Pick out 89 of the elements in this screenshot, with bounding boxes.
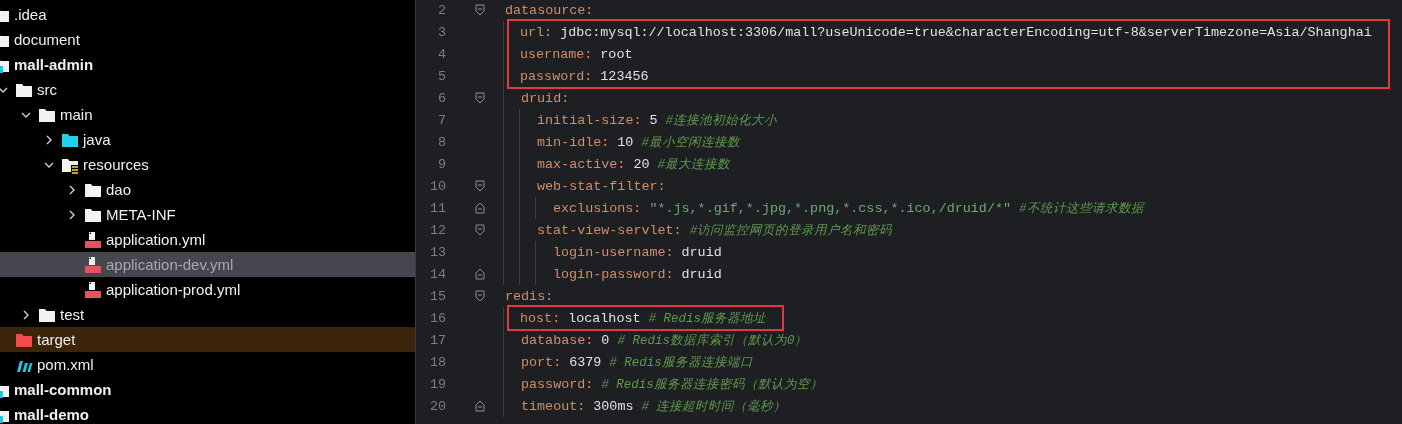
line-number: 12 <box>428 222 446 238</box>
yaml-key: initial-size: <box>537 112 642 128</box>
yaml-key: password: <box>521 376 594 392</box>
code-comment: # Redis数据库索引（默认为0） <box>617 332 808 349</box>
yaml-value: 123456 <box>600 68 649 84</box>
tree-item[interactable]: application-dev.yml <box>0 252 415 277</box>
yaml-value: druid <box>681 244 722 260</box>
tree-item[interactable]: mall-common <box>0 377 415 402</box>
yaml-value: jdbc:mysql://localhost:3306/mall?useUnicode=true&characterEncoding=utf-8&serverTimezone=Asia/Shanghai <box>560 24 1372 40</box>
fold-icon[interactable] <box>474 4 485 16</box>
code-comment: #最小空闲连接数 <box>641 134 740 151</box>
tree-item[interactable]: src <box>0 77 415 102</box>
line-number: 15 <box>428 288 446 304</box>
fold-end-icon[interactable] <box>474 400 485 412</box>
fold-icon[interactable] <box>474 224 485 236</box>
line-number: 5 <box>436 68 446 84</box>
tree-item[interactable]: .idea <box>0 2 415 27</box>
yaml-key: password: <box>520 68 593 84</box>
line-number: 20 <box>428 398 446 414</box>
yaml-key: exclusions: <box>553 200 642 216</box>
yaml-file-icon <box>84 280 102 299</box>
line-number: 2 <box>436 2 446 18</box>
yaml-key: url: <box>520 24 553 40</box>
yaml-key: max-active: <box>537 156 626 172</box>
code-comment: #不统计这些请求数据 <box>1019 200 1144 217</box>
yaml-key: min-idle: <box>537 134 610 150</box>
yaml-value: 0 <box>601 332 610 348</box>
fold-icon[interactable] <box>474 180 485 192</box>
fold-icon[interactable] <box>474 92 485 104</box>
line-number: 8 <box>436 134 446 150</box>
tree-item[interactable]: mall-demo <box>0 402 415 424</box>
tree-item[interactable]: pom.xml <box>0 352 415 377</box>
yaml-file-icon <box>84 255 102 274</box>
tree-item[interactable]: java <box>0 127 415 152</box>
yaml-value: 6379 <box>569 354 602 370</box>
tree-item[interactable]: application.yml <box>0 227 415 252</box>
code-comment: # Redis服务器连接端口 <box>609 354 753 371</box>
yaml-value: root <box>600 46 633 62</box>
line-number: 4 <box>436 46 446 62</box>
yaml-key: timeout: <box>521 398 586 414</box>
tree-item[interactable]: mall-admin <box>0 52 415 77</box>
yaml-key: host: <box>520 310 561 326</box>
tree-item[interactable]: test <box>0 302 415 327</box>
fold-icon[interactable] <box>474 290 485 302</box>
yaml-key: stat-view-servlet: <box>537 222 682 238</box>
yaml-value: druid <box>681 266 722 282</box>
fold-end-icon[interactable] <box>474 268 485 280</box>
line-number: 3 <box>436 24 446 40</box>
tree-item[interactable]: dao <box>0 177 415 202</box>
yaml-value: localhost <box>568 310 641 326</box>
yaml-key: login-username: <box>553 244 674 260</box>
fold-end-icon[interactable] <box>474 202 485 214</box>
code-comment: # Redis服务器地址 <box>648 310 767 327</box>
line-number: 9 <box>436 156 446 172</box>
tree-item[interactable]: target <box>0 327 415 352</box>
line-number: 10 <box>428 178 446 194</box>
tree-item[interactable]: document <box>0 27 415 52</box>
yaml-key: username: <box>520 46 593 62</box>
yaml-key: web-stat-filter: <box>537 178 666 194</box>
line-number: 16 <box>428 310 446 326</box>
line-number: 11 <box>428 200 446 216</box>
tree-item[interactable]: application-prod.yml <box>0 277 415 302</box>
line-number: 13 <box>428 244 446 260</box>
yaml-value: 10 <box>617 134 634 150</box>
yaml-key: redis: <box>505 288 554 304</box>
code-comment: #访问监控网页的登录用户名和密码 <box>689 222 893 239</box>
line-number: 18 <box>428 354 446 370</box>
code-comment: #最大连接数 <box>657 156 730 173</box>
line-number: 6 <box>436 90 446 106</box>
yaml-value: 300ms <box>593 398 634 414</box>
yaml-key: druid: <box>521 90 570 106</box>
code-comment: # Redis服务器连接密码（默认为空） <box>601 376 823 393</box>
line-number: 19 <box>428 376 446 392</box>
tree-item[interactable]: META-INF <box>0 202 415 227</box>
yaml-key: datasource: <box>505 2 594 18</box>
code-comment: # 连接超时时间（毫秒） <box>641 398 787 415</box>
yaml-value: 20 <box>633 156 650 172</box>
yaml-value: "*.js,*.gif,*.jpg,*.png,*.css,*.ico,/druid/*" <box>649 200 1011 216</box>
yaml-file-icon <box>84 230 102 249</box>
yaml-value: 5 <box>649 112 658 128</box>
yaml-key: login-password: <box>553 266 674 282</box>
code-comment: #连接池初始化大小 <box>665 112 778 129</box>
yaml-key: database: <box>521 332 594 348</box>
yaml-key: port: <box>521 354 562 370</box>
tree-item[interactable]: main <box>0 102 415 127</box>
line-number: 14 <box>428 266 446 282</box>
line-number: 7 <box>436 112 446 128</box>
tree-item[interactable]: resources <box>0 152 415 177</box>
line-number: 17 <box>428 332 446 348</box>
